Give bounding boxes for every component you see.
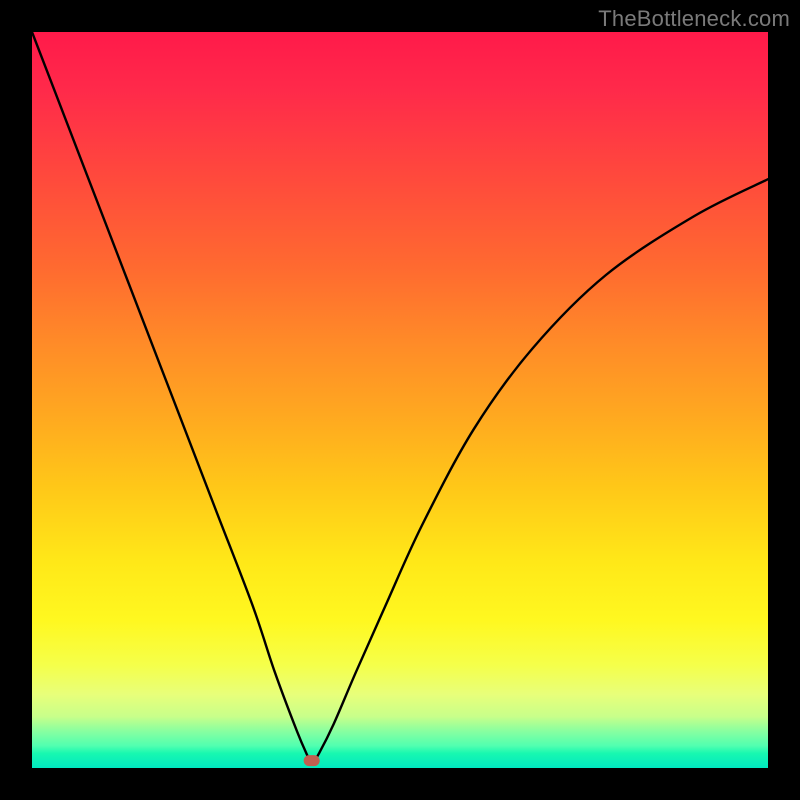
chart-container: TheBottleneck.com	[0, 0, 800, 800]
minimum-marker	[304, 755, 320, 766]
chart-plot-area	[32, 32, 768, 768]
bottleneck-curve	[32, 32, 768, 764]
chart-svg	[32, 32, 768, 768]
watermark-text: TheBottleneck.com	[598, 6, 790, 32]
